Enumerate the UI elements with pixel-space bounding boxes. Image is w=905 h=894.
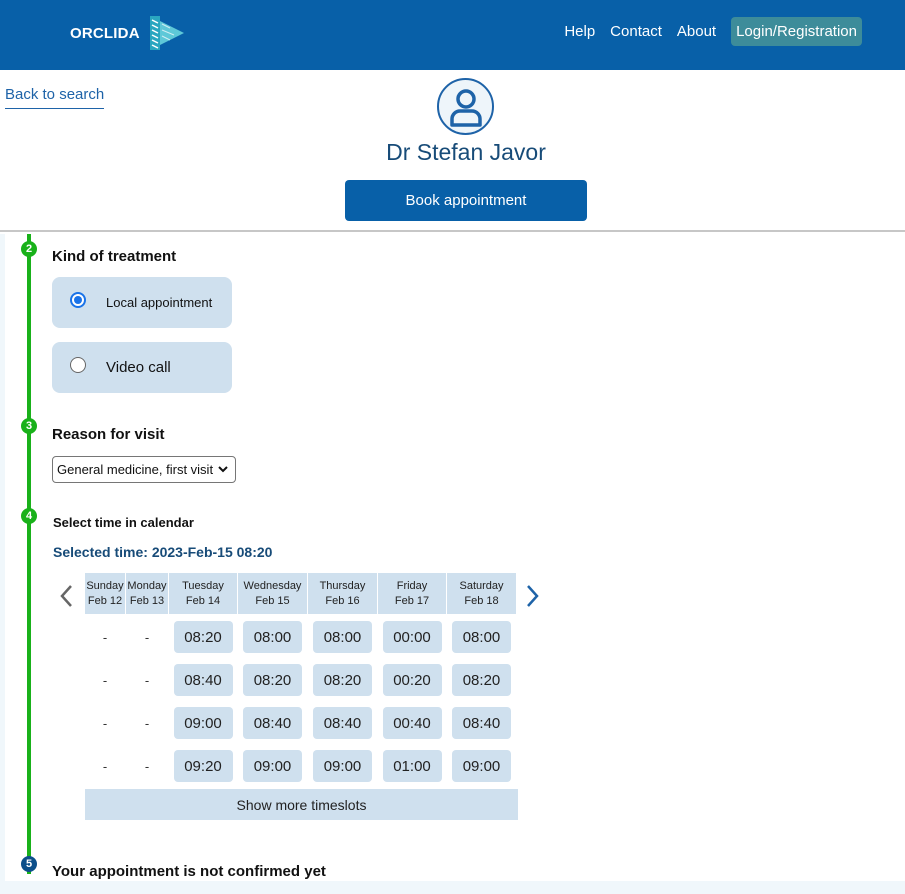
day-date: Feb 17 xyxy=(394,594,430,607)
time-slot-button[interactable]: 08:20 xyxy=(452,664,511,696)
brand[interactable]: ORCLIDA xyxy=(70,14,186,52)
no-slot-dash: - xyxy=(144,715,150,731)
time-slot-button[interactable]: 09:00 xyxy=(452,750,511,782)
time-slot-button[interactable]: 08:00 xyxy=(313,621,372,653)
bottom-strip xyxy=(0,881,905,894)
step-2-marker: 2 xyxy=(21,241,37,257)
no-slot-dash: - xyxy=(102,672,108,688)
login-registration-button[interactable]: Login/Registration xyxy=(731,17,862,46)
no-slot-dash: - xyxy=(144,629,150,645)
time-slot-button[interactable]: 09:00 xyxy=(243,750,302,782)
time-slot-button[interactable]: 00:20 xyxy=(382,664,442,696)
day-date: Feb 13 xyxy=(129,594,165,607)
nav-help-link[interactable]: Help xyxy=(564,23,595,40)
time-slot-button[interactable]: 08:20 xyxy=(243,664,302,696)
video-call-label: Video call xyxy=(106,359,171,376)
nav-about-link[interactable]: About xyxy=(677,23,716,40)
calendar-day-header: Monday Feb 13 xyxy=(126,573,168,614)
time-slot-button[interactable]: 08:00 xyxy=(452,621,511,653)
next-week-chevron-icon[interactable] xyxy=(523,583,541,609)
time-slot-button[interactable]: 08:20 xyxy=(173,621,233,653)
no-slot-dash: - xyxy=(102,715,108,731)
book-appointment-button[interactable]: Book appointment xyxy=(345,180,587,221)
day-name: Sunday xyxy=(86,579,124,592)
booking-steps: 2 Kind of treatment Local appointment Vi… xyxy=(0,234,905,894)
day-name: Monday xyxy=(127,579,167,592)
show-more-timeslots-button[interactable]: Show more timeslots xyxy=(85,789,518,820)
user-avatar-icon xyxy=(437,78,494,135)
time-slot-button[interactable]: 08:40 xyxy=(243,707,302,739)
time-slot-button[interactable]: 08:20 xyxy=(313,664,372,696)
step-4-marker: 4 xyxy=(21,508,37,524)
reason-select-value: General medicine, first visit xyxy=(57,462,214,477)
step-3-marker: 3 xyxy=(21,418,37,434)
progress-timeline xyxy=(27,234,31,874)
brand-name: ORCLIDA xyxy=(70,24,140,42)
local-appointment-radio[interactable] xyxy=(70,292,86,308)
day-date: Feb 15 xyxy=(255,594,290,607)
calendar-day-header: Saturday Feb 18 xyxy=(447,573,516,614)
time-slot-button[interactable]: 09:00 xyxy=(313,750,372,782)
previous-week-chevron-icon[interactable] xyxy=(58,583,76,609)
calendar-day-header: Wednesday Feb 15 xyxy=(238,573,307,614)
nav-contact-link[interactable]: Contact xyxy=(610,23,662,40)
local-appointment-label: Local appointment xyxy=(106,295,213,310)
day-date: Feb 16 xyxy=(325,594,360,607)
doctor-name: Dr Stefan Javor xyxy=(386,139,546,165)
calendar-title: Select time in calendar xyxy=(53,515,194,530)
calendar-day-header: Thursday Feb 16 xyxy=(308,573,377,614)
main-nav: Help Contact About Login/Registration xyxy=(549,17,862,46)
day-name: Thursday xyxy=(319,579,366,592)
time-slot-button[interactable]: 08:40 xyxy=(173,664,233,696)
time-slot-button[interactable]: 00:00 xyxy=(382,621,442,653)
no-slot-dash: - xyxy=(102,629,108,645)
day-name: Friday xyxy=(396,579,428,592)
person-icon xyxy=(449,88,482,127)
reason-select[interactable]: General medicine, first visit xyxy=(52,456,236,483)
chevron-down-icon xyxy=(218,466,228,473)
day-name: Wednesday xyxy=(243,579,302,592)
day-date: Feb 18 xyxy=(464,594,499,607)
day-name: Saturday xyxy=(459,579,504,592)
time-slot-button[interactable]: 08:00 xyxy=(243,621,302,653)
orclida-logo-icon xyxy=(149,16,184,50)
calendar-day-header: Friday Feb 17 xyxy=(378,573,446,614)
time-slot-button[interactable]: 00:40 xyxy=(382,707,442,739)
left-margin-strip xyxy=(0,234,5,894)
reason-title: Reason for visit xyxy=(52,426,165,443)
confirmation-status-title: Your appointment is not confirmed yet xyxy=(52,863,326,880)
time-slot-button[interactable]: 08:40 xyxy=(452,707,511,739)
day-date: Feb 12 xyxy=(87,594,123,607)
video-call-option[interactable]: Video call xyxy=(52,342,232,393)
day-date: Feb 14 xyxy=(185,594,221,607)
video-call-radio[interactable] xyxy=(70,357,86,373)
back-to-search-link[interactable]: Back to search xyxy=(5,86,105,109)
no-slot-dash: - xyxy=(144,672,150,688)
calendar-day-header: Tuesday Feb 14 xyxy=(169,573,237,614)
calendar-day-header: Sunday Feb 12 xyxy=(85,573,125,614)
step-5-marker: 5 xyxy=(21,856,37,872)
local-appointment-option[interactable]: Local appointment xyxy=(52,277,232,328)
selected-time: Selected time: 2023-Feb-15 08:20 xyxy=(53,544,273,560)
time-slot-button[interactable]: 08:40 xyxy=(313,707,372,739)
time-slot-button[interactable]: 09:00 xyxy=(173,707,233,739)
time-slot-button[interactable]: 09:20 xyxy=(173,750,233,782)
time-slot-button[interactable]: 01:00 xyxy=(382,750,442,782)
day-name: Tuesday xyxy=(182,579,224,592)
no-slot-dash: - xyxy=(144,758,150,774)
no-slot-dash: - xyxy=(102,758,108,774)
treatment-title: Kind of treatment xyxy=(52,248,177,265)
doctor-header: Back to search Dr Stefan Javor Book appo… xyxy=(0,70,905,232)
top-navigation-bar: ORCLIDA Help Contact About Login/Registr… xyxy=(0,0,905,70)
